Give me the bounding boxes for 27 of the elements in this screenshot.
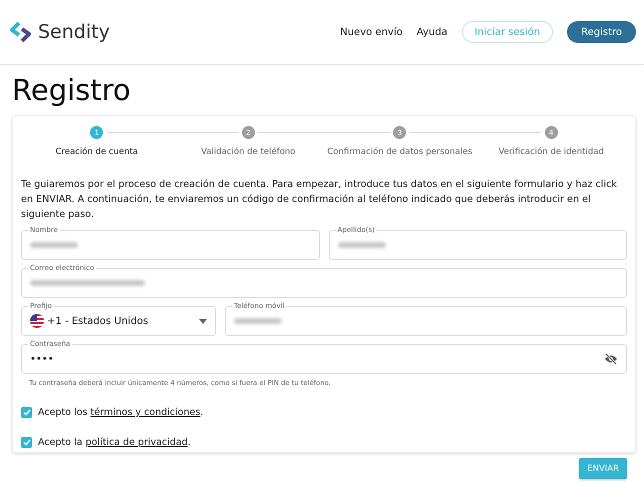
eye-slash-icon <box>604 353 618 365</box>
dropdown-caret-icon <box>199 318 207 324</box>
blurred-value <box>338 242 386 248</box>
step-label: Confirmación de datos personales <box>327 147 472 157</box>
field-value: +1 - Estados Unidos <box>47 316 150 326</box>
blurred-value <box>30 242 78 248</box>
brand-name: Sendity <box>38 21 110 43</box>
agreement-link[interactable]: política de privacidad <box>85 437 188 448</box>
register-button[interactable]: Registro <box>567 21 636 43</box>
checkbox[interactable] <box>21 437 32 448</box>
flag-icon <box>30 314 44 328</box>
step-label: Creación de cuenta <box>55 147 138 157</box>
nav-link[interactable]: Ayuda <box>416 26 448 38</box>
check-icon <box>22 409 30 416</box>
logo-icon <box>10 21 32 43</box>
page-title: Registro <box>12 73 131 107</box>
agreement-text: Acepto la política de privacidad. <box>38 437 191 448</box>
step-label: Verificación de identidad <box>498 147 604 157</box>
field-value: •••• <box>30 354 55 364</box>
check-icon <box>22 439 30 446</box>
checkbox[interactable] <box>21 407 32 418</box>
blurred-value <box>234 318 282 324</box>
agreement-text: Acepto los términos y condiciones. <box>38 407 204 418</box>
nav-link[interactable]: Nuevo envío <box>340 26 403 38</box>
step-label: Validación de teléfono <box>201 147 296 157</box>
intro-text: Te guiaremos por el proceso de creación de cuenta. Para empezar, introduce tus datos en el siguiente formulario y haz click en ENVIAR. A continuación, te enviaremos un código de confirmación al teléfono indicado que deberás introducir en el siguiente paso. <box>21 178 618 222</box>
agreement-link[interactable]: términos y condiciones <box>90 407 200 418</box>
